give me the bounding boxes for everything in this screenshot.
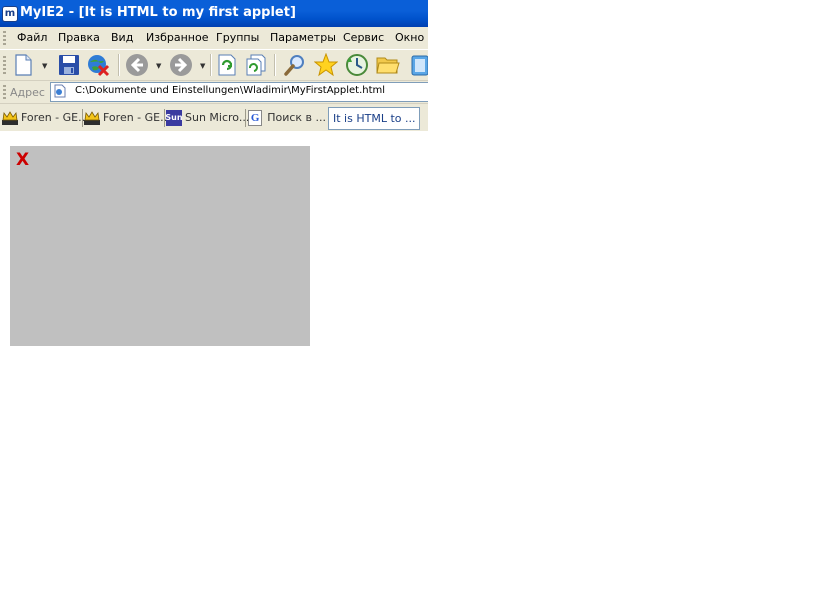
forward-arrow-icon xyxy=(170,54,192,76)
title-bar[interactable]: m MyIE2 - [It is HTML to my first applet… xyxy=(0,0,428,27)
back-dropdown-icon[interactable]: ▼ xyxy=(156,62,161,70)
tab-foren-1[interactable]: Foren - GE... xyxy=(2,107,89,128)
open-folder-button[interactable] xyxy=(375,53,401,77)
tab-foren-2[interactable]: Foren - GE... xyxy=(84,107,171,128)
tab-active-applet[interactable]: It is HTML to ... xyxy=(328,107,421,130)
new-page-dropdown-icon[interactable]: ▼ xyxy=(42,62,47,70)
search-button[interactable] xyxy=(282,53,308,77)
address-input[interactable] xyxy=(75,85,425,96)
history-button[interactable] xyxy=(344,53,370,77)
tab-label: Foren - GE... xyxy=(21,111,89,124)
tab-sun-microsystems[interactable]: Sun Sun Micro... xyxy=(165,107,250,128)
menu-file[interactable]: Файл xyxy=(17,31,47,44)
clipboard-icon xyxy=(411,55,428,76)
refresh-all-icon xyxy=(246,54,266,76)
open-folder-icon xyxy=(376,57,400,74)
address-bar-grip[interactable] xyxy=(3,85,6,99)
refresh-all-button[interactable] xyxy=(243,53,269,77)
java-applet-area[interactable]: X xyxy=(10,146,310,346)
browser-window: m MyIE2 - [It is HTML to my first applet… xyxy=(0,0,428,131)
tab-label: Foren - GE... xyxy=(103,111,171,124)
toolbar: ▼ ▼ ▼ xyxy=(0,50,428,81)
back-arrow-icon xyxy=(126,54,148,76)
new-page-button[interactable] xyxy=(10,53,36,77)
sun-logo-icon: Sun xyxy=(165,109,183,126)
menu-bar: Файл Правка Вид Избранное Группы Парамет… xyxy=(0,27,428,50)
refresh-icon xyxy=(218,54,236,76)
forum-crown-icon xyxy=(2,110,18,126)
favorites-button[interactable] xyxy=(313,53,339,77)
menu-window[interactable]: Окно xyxy=(395,31,424,44)
address-bar: Адрес xyxy=(0,81,428,104)
disconnect-icon xyxy=(88,55,110,77)
back-button[interactable] xyxy=(124,53,150,77)
window-title: MyIE2 - [It is HTML to my first applet] xyxy=(20,5,296,20)
favorites-star-icon xyxy=(314,53,338,77)
tab-separator xyxy=(82,109,83,127)
toolbar-grip[interactable] xyxy=(3,56,6,76)
address-label: Адрес xyxy=(10,86,45,99)
menu-favorites[interactable]: Избранное xyxy=(146,31,208,44)
menu-options[interactable]: Параметры xyxy=(270,31,336,44)
tab-label: It is HTML to ... xyxy=(333,112,416,125)
new-page-icon xyxy=(15,54,32,76)
toolbar-separator xyxy=(118,54,120,76)
save-icon xyxy=(59,55,79,75)
menu-tools[interactable]: Сервис xyxy=(343,31,384,44)
menu-view[interactable]: Вид xyxy=(111,31,133,44)
sun-logo-text: Sun xyxy=(165,113,183,122)
applet-error-icon: X xyxy=(16,150,30,170)
page-icon xyxy=(54,84,66,98)
forward-button[interactable] xyxy=(168,53,194,77)
menubar-grip[interactable] xyxy=(3,31,6,45)
forward-dropdown-icon[interactable]: ▼ xyxy=(200,62,205,70)
google-g-icon: G xyxy=(248,109,263,126)
tab-label: Sun Micro... xyxy=(185,111,250,124)
toolbar-separator xyxy=(210,54,212,76)
tab-bar: Foren - GE... Foren - GE... Sun Sun Micr… xyxy=(0,104,428,131)
search-icon xyxy=(284,55,304,76)
toolbar-separator xyxy=(274,54,276,76)
history-icon xyxy=(346,54,368,76)
clipboard-button[interactable] xyxy=(406,53,428,77)
menu-groups[interactable]: Группы xyxy=(216,31,259,44)
myie2-app-icon[interactable]: m xyxy=(2,6,18,22)
google-g-text: G xyxy=(250,111,260,124)
save-button[interactable] xyxy=(56,53,82,77)
address-field[interactable] xyxy=(50,82,428,102)
tab-label: Поиск в ... xyxy=(267,111,326,124)
disconnect-button[interactable] xyxy=(85,53,111,77)
tab-separator xyxy=(245,109,246,127)
forum-crown-icon xyxy=(84,110,100,126)
tab-google-search[interactable]: G Поиск в ... xyxy=(248,107,326,128)
refresh-button[interactable] xyxy=(214,53,240,77)
menu-edit[interactable]: Правка xyxy=(58,31,100,44)
